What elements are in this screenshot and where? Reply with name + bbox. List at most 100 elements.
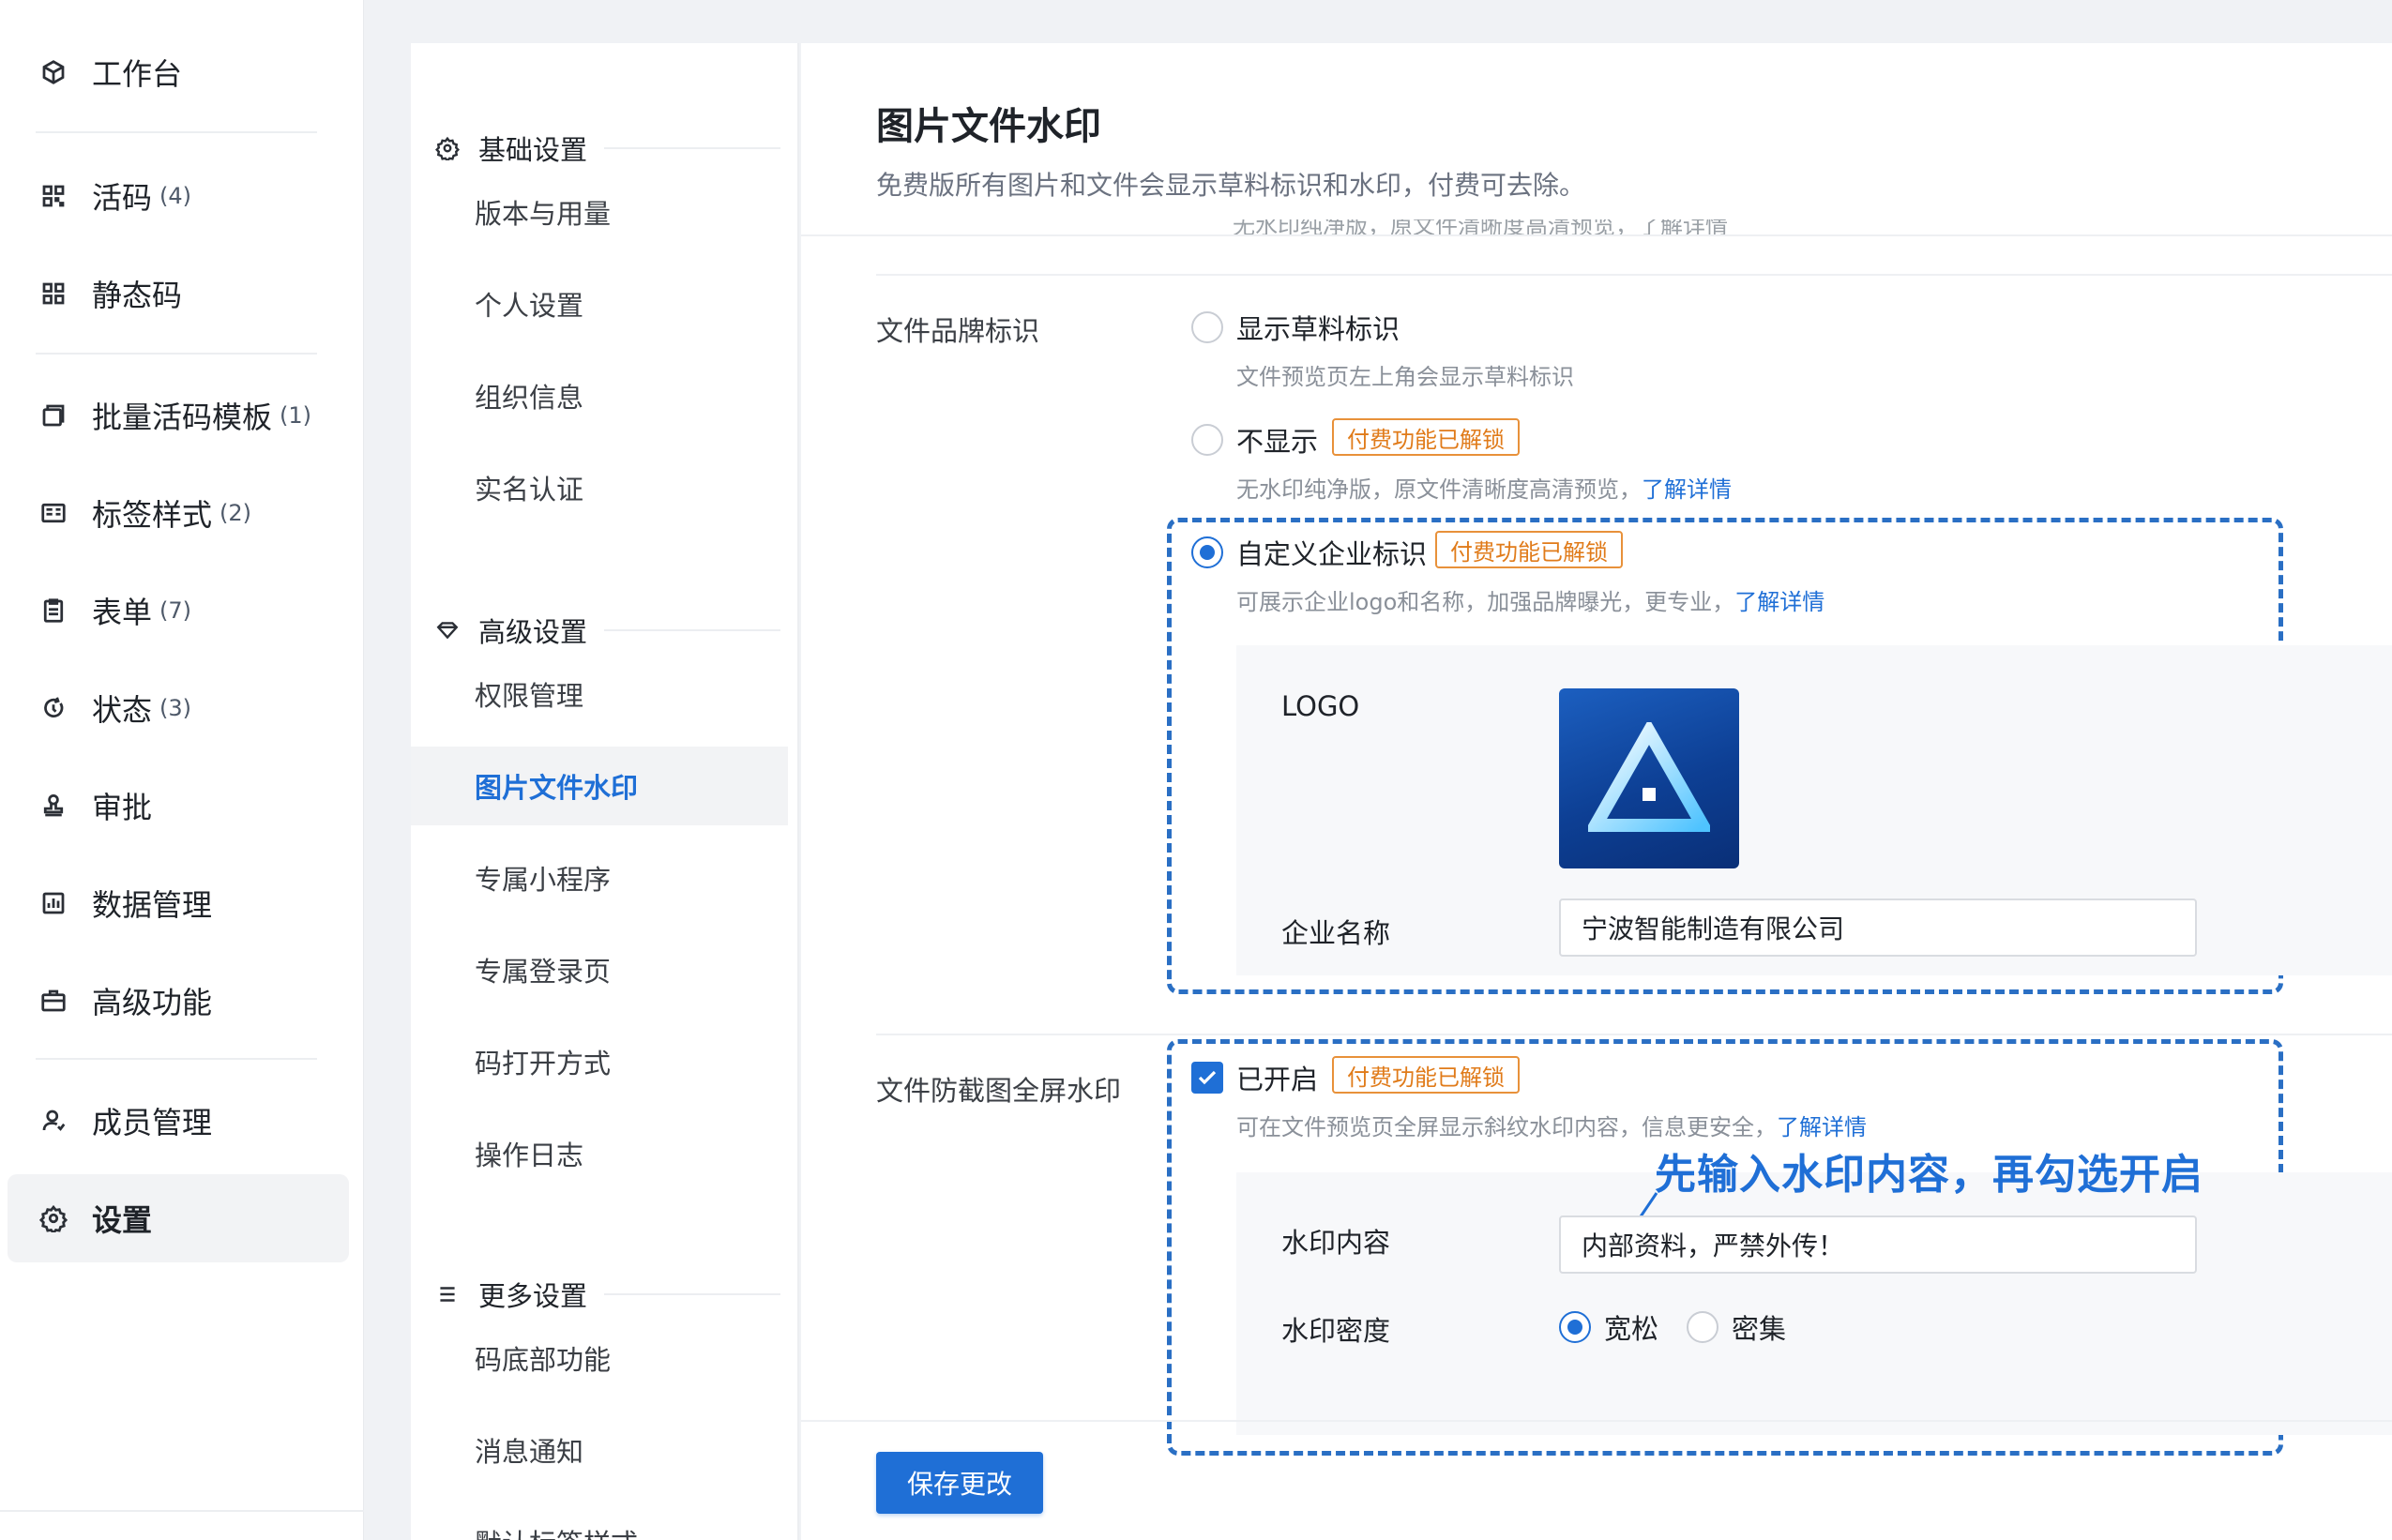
logo-label: LOGO — [1281, 690, 1360, 722]
sidebar-item-status[interactable]: 状态 (3) — [8, 664, 349, 752]
sidebar-item-members[interactable]: 成员管理 — [8, 1077, 349, 1165]
label-icon — [38, 497, 69, 529]
watermark-content-label: 水印内容 — [1281, 1227, 1391, 1259]
gear-icon — [38, 1202, 69, 1234]
form-icon — [38, 595, 69, 627]
sidebar-footer — [0, 1510, 364, 1540]
settings-group-title: 更多设置 — [478, 1280, 588, 1312]
option-description: 文件预览页左上角会显示草料标识 — [1236, 364, 1574, 390]
settings-item-organization[interactable]: 组织信息 — [411, 356, 788, 435]
settings-item-open-method[interactable]: 码打开方式 — [411, 1022, 788, 1101]
brand-field-label: 文件品牌标识 — [876, 315, 1040, 347]
settings-item-operation-log[interactable]: 操作日志 — [411, 1114, 788, 1193]
settings-item-watermark[interactable]: 图片文件水印 — [411, 747, 788, 825]
settings-group-title: 高级设置 — [478, 616, 588, 648]
option-description-text: 可在文件预览页全屏显示斜纹水印内容，信息更安全， — [1236, 1114, 1777, 1140]
sidebar-item-batch-template[interactable]: 批量活码模板 (1) — [8, 371, 349, 460]
sidebar-item-static-code[interactable]: 静态码 — [8, 249, 349, 338]
sidebar-item-settings[interactable]: 设置 — [8, 1174, 349, 1262]
sidebar-item-live-code[interactable]: 活码 (4) — [8, 152, 349, 240]
save-button[interactable]: 保存更改 — [876, 1452, 1043, 1514]
sidebar-divider — [36, 131, 317, 133]
annotation-text: 先输入水印内容，再勾选开启 — [1655, 1151, 2203, 1199]
sidebar-item-label: 审批 — [92, 790, 153, 825]
settings-item-version[interactable]: 版本与用量 — [411, 173, 788, 251]
company-name-input[interactable]: 宁波智能制造有限公司 — [1559, 898, 2197, 957]
sidebar-item-label: 表单 — [92, 595, 153, 630]
settings-item-default-label[interactable]: 默认标签样式 — [411, 1502, 788, 1540]
radio-hide-brand[interactable] — [1191, 424, 1223, 456]
option-description: 无水印纯净版，原文件清晰度高清预览，了解详情 — [1236, 471, 1732, 504]
status-icon — [38, 692, 69, 724]
group-divider — [604, 629, 780, 631]
sidebar-item-count: (2) — [220, 500, 252, 526]
radio-show-brand[interactable] — [1191, 311, 1223, 343]
sidebar-item-advanced[interactable]: 高级功能 — [8, 957, 349, 1045]
settings-item-permissions[interactable]: 权限管理 — [411, 655, 788, 733]
radio-density-loose[interactable] — [1559, 1311, 1591, 1343]
sidebar-item-label: 设置 — [92, 1202, 153, 1238]
paid-badge: 付费功能已解锁 — [1332, 418, 1520, 456]
main-content: 图片文件水印 免费版所有图片和文件会显示草料标识和水印，付费可去除。 无水印纯净… — [801, 43, 2392, 1540]
settings-nav: 基础设置 版本与用量 个人设置 组织信息 实名认证 高级设置 权限管理 图片文件… — [411, 43, 799, 1540]
gear-icon — [433, 134, 462, 162]
learn-more-link[interactable]: 了解详情 — [1642, 476, 1732, 503]
sidebar-item-approval[interactable]: 审批 — [8, 762, 349, 850]
sidebar-item-count: (1) — [280, 402, 312, 429]
option-description-text: 无水印纯净版，原文件清晰度高清预览， — [1236, 476, 1642, 503]
watermark-enable-checkbox[interactable] — [1191, 1062, 1223, 1094]
company-logo[interactable] — [1559, 688, 1739, 868]
settings-item-mini-program[interactable]: 专属小程序 — [411, 838, 788, 917]
template-icon — [38, 400, 69, 431]
qrcode-icon — [38, 180, 69, 212]
company-name-label: 企业名称 — [1281, 917, 1391, 949]
settings-group-basic: 基础设置 — [433, 128, 780, 169]
sidebar-item-label: 高级功能 — [92, 985, 213, 1020]
chart-icon — [38, 887, 69, 919]
watermark-content-input[interactable]: 内部资料，严禁外传！ — [1559, 1215, 2197, 1274]
page-subtitle: 免费版所有图片和文件会显示草料标识和水印，付费可去除。 — [876, 170, 1586, 201]
watermark-field-label: 文件防截图全屏水印 — [876, 1075, 1122, 1107]
header-divider — [801, 234, 2392, 236]
member-icon — [38, 1105, 69, 1137]
watermark-settings-panel — [1236, 1172, 2392, 1435]
sidebar-item-label-style[interactable]: 标签样式 (2) — [8, 469, 349, 557]
row-divider — [876, 1034, 2392, 1035]
option-description: 可在文件预览页全屏显示斜纹水印内容，信息更安全，了解详情 — [1236, 1109, 1867, 1141]
settings-item-notifications[interactable]: 消息通知 — [411, 1411, 788, 1489]
briefcase-icon — [38, 985, 69, 1017]
list-icon — [433, 1280, 462, 1308]
settings-item-login-page[interactable]: 专属登录页 — [411, 930, 788, 1009]
diamond-icon — [433, 616, 462, 644]
option-description-text: 可展示企业logo和名称，加强品牌曝光，更专业， — [1236, 589, 1735, 615]
density-option-label: 密集 — [1732, 1313, 1787, 1345]
paid-badge: 付费功能已解锁 — [1332, 1056, 1520, 1094]
group-divider — [604, 147, 780, 149]
sidebar-item-workbench[interactable]: 工作台 — [8, 28, 349, 116]
learn-more-link[interactable]: 了解详情 — [1777, 1114, 1867, 1140]
settings-group-title: 基础设置 — [478, 134, 588, 166]
approval-stamp-icon — [38, 790, 69, 822]
option-label: 自定义企业标识 — [1236, 538, 1428, 570]
sidebar-item-data[interactable]: 数据管理 — [8, 859, 349, 947]
watermark-density-label: 水印密度 — [1281, 1315, 1391, 1347]
settings-item-personal[interactable]: 个人设置 — [411, 264, 788, 343]
group-divider — [604, 1293, 780, 1295]
sidebar-item-label: 工作台 — [92, 56, 183, 92]
sidebar-item-form[interactable]: 表单 (7) — [8, 566, 349, 655]
sidebar-item-label: 数据管理 — [92, 887, 213, 923]
sidebar-item-label: 静态码 — [92, 278, 183, 313]
settings-item-verification[interactable]: 实名认证 — [411, 448, 788, 527]
settings-item-bottom-functions[interactable]: 码底部功能 — [411, 1319, 788, 1397]
main-sidebar: 工作台 活码 (4) 静态码 批量活码模板 (1) 标签样式 (2) 表单 (7… — [0, 0, 364, 1540]
cube-icon — [38, 56, 69, 88]
option-label: 不显示 — [1236, 426, 1319, 458]
sidebar-item-label: 标签样式 — [92, 497, 213, 533]
settings-group-more: 更多设置 — [433, 1274, 780, 1315]
learn-more-link[interactable]: 了解详情 — [1734, 589, 1824, 615]
radio-density-dense[interactable] — [1687, 1311, 1718, 1343]
sidebar-item-count: (3) — [159, 695, 192, 721]
radio-custom-brand[interactable] — [1191, 536, 1223, 568]
checkbox-label: 已开启 — [1236, 1064, 1319, 1095]
triangle-logo-icon — [1588, 722, 1710, 832]
